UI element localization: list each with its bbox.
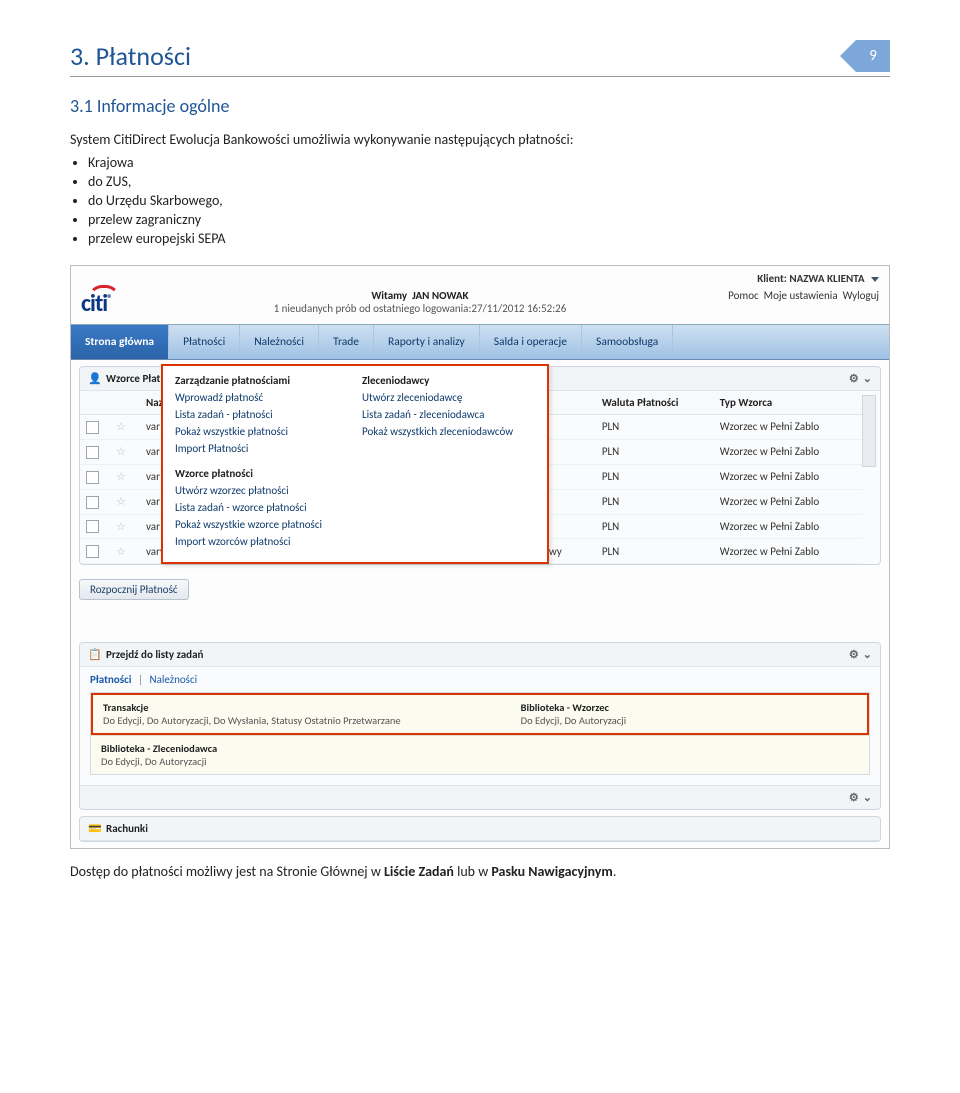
person-icon: 👤	[88, 372, 102, 385]
menu-item[interactable]: Import wzorców płatności	[175, 535, 322, 548]
gear-icon[interactable]	[849, 372, 863, 385]
menu-item[interactable]: Utwórz wzorzec płatności	[175, 484, 322, 497]
scrollbar[interactable]	[862, 395, 876, 467]
footer-text: Dostęp do płatności możliwy jest na Stro…	[70, 863, 890, 880]
list-item: przelew zagraniczny	[88, 211, 890, 228]
menu-item[interactable]: Lista zadań - płatności	[175, 408, 322, 421]
help-link[interactable]: Pomoc	[728, 289, 759, 302]
checkbox[interactable]	[86, 471, 99, 484]
page-number-badge: 9	[842, 40, 890, 72]
tab-reports[interactable]: Raporty i analizy	[374, 325, 480, 359]
chevron-icon[interactable]	[863, 791, 872, 804]
menu-item[interactable]: Utwórz zleceniodawcę	[362, 391, 513, 404]
tasks-tab-receivables[interactable]: Należności	[149, 673, 197, 686]
subsection-title: 3.1 Informacje ogólne	[70, 95, 890, 117]
menu-item[interactable]: Pokaż wszystkich zleceniodawców	[362, 425, 513, 438]
app-screenshot: Klient: NAZWA KLIENTA citi® Witamy JAN N…	[70, 265, 890, 849]
menu-item[interactable]: Lista zadań - zleceniodawca	[362, 408, 513, 421]
star-icon[interactable]: ☆	[116, 520, 126, 533]
logout-link[interactable]: Wyloguj	[843, 289, 879, 302]
menu-item[interactable]: Pokaż wszystkie wzorce płatności	[175, 518, 322, 531]
citi-logo: citi®	[81, 289, 112, 318]
menu-heading: Zarządzanie płatnościami	[175, 374, 322, 387]
clipboard-icon: 📋	[88, 648, 102, 661]
gear-icon[interactable]	[849, 648, 863, 661]
star-icon[interactable]: ☆	[116, 495, 126, 508]
star-icon[interactable]: ☆	[116, 470, 126, 483]
divider	[70, 76, 890, 77]
accounts-panel: 💳Rachunki	[79, 816, 881, 842]
list-item: przelew europejski SEPA	[88, 230, 890, 247]
list-item: Krajowa	[88, 154, 890, 171]
menu-item[interactable]: Wprowadź płatność	[175, 391, 322, 404]
settings-link[interactable]: Moje ustawienia	[764, 289, 838, 302]
bullet-list: Krajowa do ZUS, do Urzędu Skarbowego, pr…	[88, 154, 890, 247]
menu-item[interactable]: Import Płatności	[175, 442, 322, 455]
header-links: Pomoc Moje ustawienia Wyloguj	[728, 289, 879, 302]
tab-selfservice[interactable]: Samoobsługa	[582, 325, 673, 359]
tasks-library-templates[interactable]: Biblioteka - Wzorzec Do Edycji, Do Autor…	[521, 701, 627, 727]
client-selector[interactable]: Klient: NAZWA KLIENTA	[757, 272, 879, 285]
tasks-library-payers[interactable]: Biblioteka - Zleceniodawca Do Edycji, Do…	[91, 736, 869, 774]
menu-item[interactable]: Pokaż wszystkie płatności	[175, 425, 322, 438]
tab-receivables[interactable]: Należności	[240, 325, 319, 359]
welcome-block: Witamy JAN NOWAK 1 nieudanych prób od os…	[132, 289, 708, 315]
chevron-down-icon	[871, 277, 879, 282]
accounts-icon: 💳	[88, 822, 102, 835]
start-payment-button[interactable]: Rozpocznij Płatność	[79, 579, 189, 600]
tab-trade[interactable]: Trade	[319, 325, 374, 359]
intro-text: System CitiDirect Ewolucja Bankowości um…	[70, 131, 890, 148]
tasks-transactions[interactable]: Transakcje Do Edycji, Do Autoryzacji, Do…	[103, 701, 401, 727]
gear-icon[interactable]	[849, 791, 863, 804]
tab-balances[interactable]: Salda i operacje	[480, 325, 582, 359]
list-item: do ZUS,	[88, 173, 890, 190]
chevron-icon[interactable]	[863, 648, 872, 661]
star-icon[interactable]: ☆	[116, 420, 126, 433]
menu-heading: Wzorce płatności	[175, 467, 322, 480]
tab-home[interactable]: Strona główna	[71, 325, 169, 359]
checkbox[interactable]	[86, 545, 99, 558]
checkbox[interactable]	[86, 520, 99, 533]
checkbox[interactable]	[86, 421, 99, 434]
star-icon[interactable]: ☆	[116, 545, 126, 558]
tab-payments[interactable]: Płatności	[169, 325, 240, 359]
menu-item[interactable]: Lista zadań - wzorce płatności	[175, 501, 322, 514]
menu-heading: Zleceniodawcy	[362, 374, 513, 387]
tasks-panel: 📋Przejdź do listy zadań Płatności | Nale…	[79, 642, 881, 810]
tasks-tab-payments[interactable]: Płatności	[90, 673, 131, 686]
payments-mega-menu: Zarządzanie płatnościami Wprowadź płatno…	[161, 364, 549, 564]
chevron-icon[interactable]	[863, 372, 872, 385]
star-icon[interactable]: ☆	[116, 445, 126, 458]
checkbox[interactable]	[86, 496, 99, 509]
main-nav: Strona główna Płatności Należności Trade…	[71, 324, 889, 360]
checkbox[interactable]	[86, 446, 99, 459]
section-title: 3. Płatności	[70, 40, 191, 72]
list-item: do Urzędu Skarbowego,	[88, 192, 890, 209]
